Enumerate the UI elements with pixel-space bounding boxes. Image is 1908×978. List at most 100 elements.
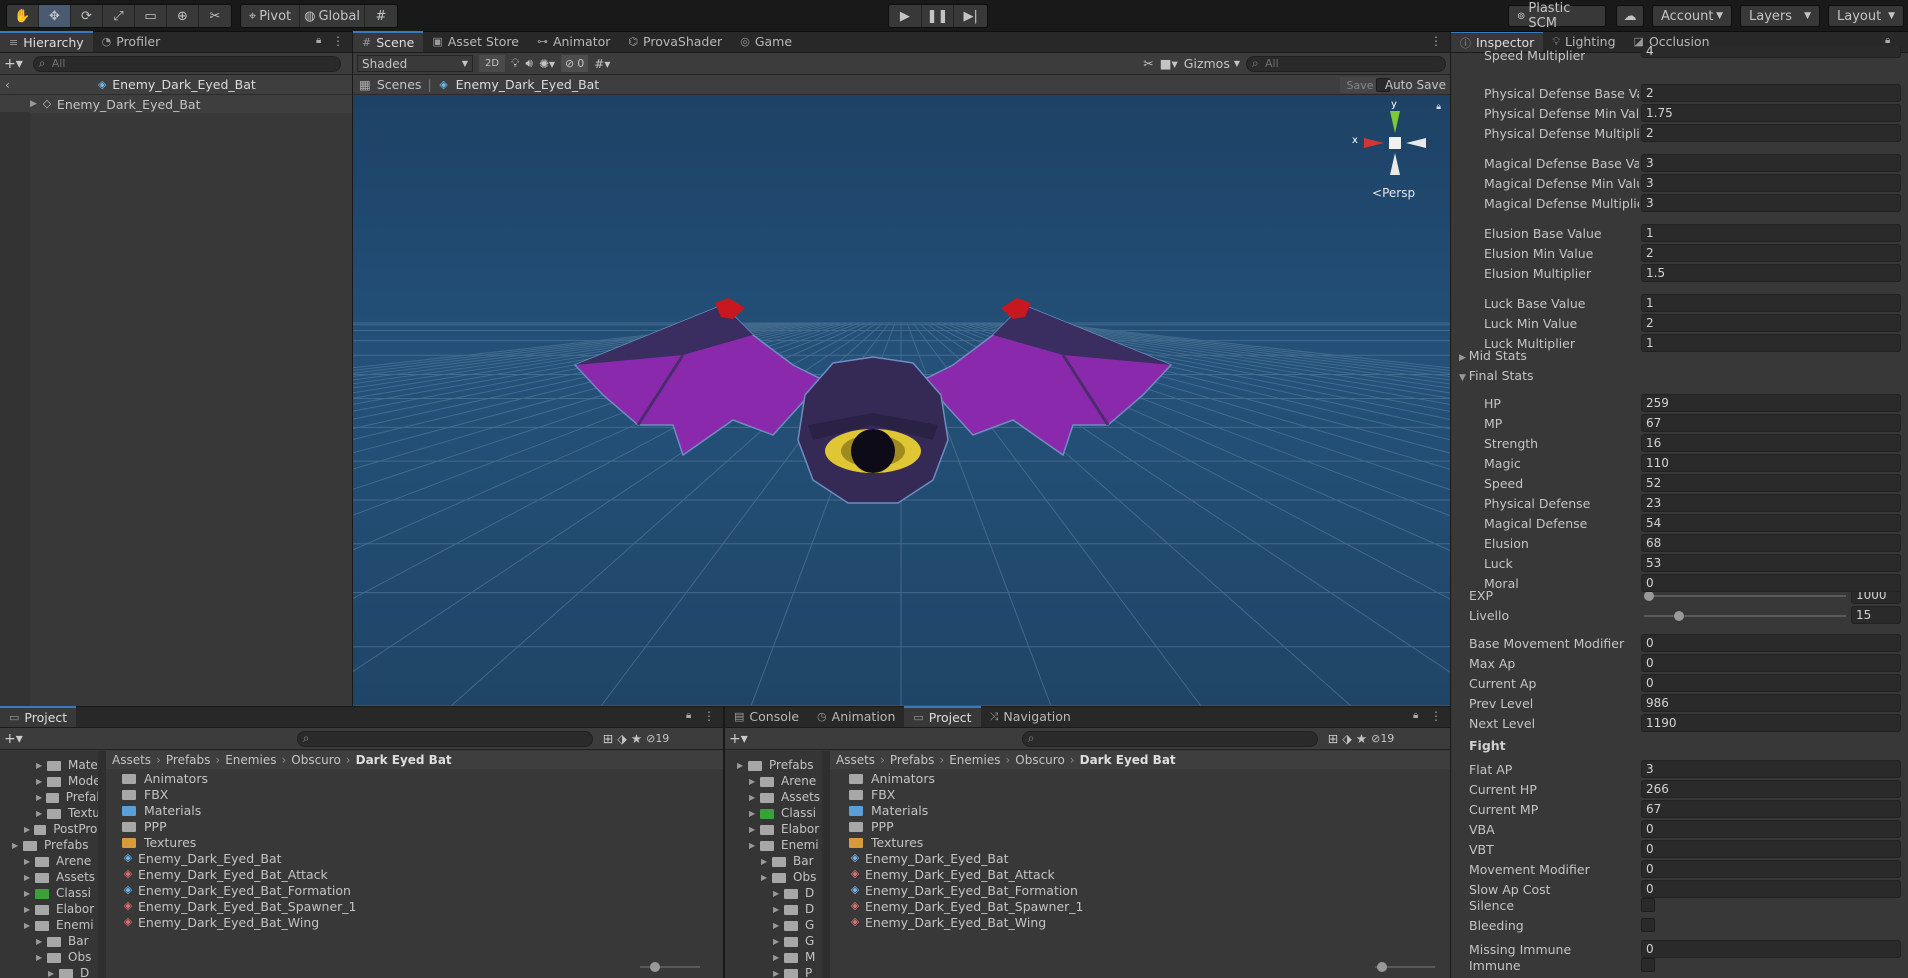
file-list-item[interactable]: ◈ Enemy_Dark_Eyed_Bat	[849, 850, 1429, 866]
hidden-packages-icon[interactable]: ⊘19	[1371, 732, 1394, 745]
play-button[interactable]: ▶	[889, 5, 922, 27]
lock-icon[interactable]: 🔒︎	[316, 35, 321, 46]
speed-multiplier-field[interactable]: 4	[1641, 46, 1901, 58]
hierarchy-item-root[interactable]: ▶ ◇ Enemy_Dark_Eyed_Bat	[0, 95, 352, 113]
lock-icon[interactable]: 🔒︎	[686, 710, 691, 721]
tree-item[interactable]: ▶ Obs	[725, 869, 828, 885]
gizmos-dropdown[interactable]: Gizmos ▼	[1184, 56, 1240, 71]
project-right-tree-scrollbar[interactable]	[822, 751, 830, 978]
file-list-item[interactable]: ◈ Enemy_Dark_Eyed_Bat_Wing	[122, 914, 702, 930]
kebab-menu-icon[interactable]: ⋮	[332, 34, 344, 48]
tab-animator[interactable]: ⊶ Animator	[528, 31, 619, 52]
projection-toggle[interactable]: <Persp	[1372, 186, 1415, 200]
expand-arrow-icon[interactable]: ▶	[749, 825, 757, 834]
inspector-field-input[interactable]: 259	[1641, 394, 1901, 412]
effects-toggle-icon[interactable]: ✺▾	[539, 57, 555, 71]
tab-console[interactable]: ▤ Console	[725, 706, 808, 727]
file-list-item[interactable]: Textures	[849, 834, 1429, 850]
inspector-field-input[interactable]: 68	[1641, 534, 1901, 552]
tab-provashader[interactable]: ⌬ ProvaShader	[619, 31, 731, 52]
tools-icon[interactable]: ✂	[1143, 56, 1153, 71]
transform-tool-icon[interactable]: ⊕	[167, 5, 199, 27]
inspector-field-input[interactable]: 110	[1641, 454, 1901, 472]
tab-game[interactable]: ◎ Game	[731, 31, 801, 52]
expand-arrow-icon[interactable]: ▶	[36, 793, 43, 802]
prefab-breadcrumb[interactable]: Enemy_Dark_Eyed_Bat	[456, 77, 600, 92]
expand-arrow-icon[interactable]: ▶	[749, 777, 757, 786]
inspector-field-input[interactable]: 0	[1641, 634, 1901, 652]
inspector-field-input[interactable]: 1.75	[1641, 104, 1901, 122]
silence-checkbox[interactable]	[1641, 898, 1655, 912]
inspector-field-input[interactable]: 1190	[1641, 714, 1901, 732]
file-list-item[interactable]: FBX	[849, 786, 1429, 802]
file-list-item[interactable]: Animators	[849, 770, 1429, 786]
expand-arrow-icon[interactable]: ▶	[749, 809, 757, 818]
inspector-field-input[interactable]: 2	[1641, 314, 1901, 332]
bleeding-checkbox[interactable]	[1641, 918, 1655, 932]
expand-arrow-icon[interactable]: ▶	[36, 809, 44, 818]
expand-arrow-icon[interactable]: ▶	[36, 761, 44, 770]
tab-profiler[interactable]: ◔ Profiler	[93, 31, 170, 52]
file-list-item[interactable]: PPP	[849, 818, 1429, 834]
project-left-zoom-knob[interactable]	[650, 962, 660, 972]
file-list-item[interactable]: ◈ Enemy_Dark_Eyed_Bat_Spawner_1	[849, 898, 1429, 914]
kebab-menu-icon[interactable]: ⋮	[703, 709, 715, 723]
file-list-item[interactable]: PPP	[122, 818, 702, 834]
file-list-item[interactable]: ◈ Enemy_Dark_Eyed_Bat	[122, 850, 702, 866]
tree-item[interactable]: ▶ D	[725, 901, 828, 917]
inspector-field-input[interactable]: 2	[1641, 84, 1901, 102]
inspector-field-input[interactable]: 67	[1641, 414, 1901, 432]
grid-toggle-icon[interactable]: #▾	[594, 57, 610, 71]
2d-toggle[interactable]: 2D	[479, 55, 505, 72]
lock-icon[interactable]: 🔒︎	[1413, 710, 1418, 721]
rect-tool-icon[interactable]: ▭	[135, 5, 167, 27]
step-button[interactable]: ▶|	[954, 5, 987, 27]
inspector-field-input[interactable]: 1	[1641, 334, 1901, 352]
livello-field[interactable]: 15	[1851, 606, 1901, 624]
tab-navigation[interactable]: ⤨ Navigation	[981, 706, 1080, 727]
scene-viewport[interactable]: y x 🔒︎ <Persp	[353, 95, 1450, 706]
tab-animation[interactable]: ◷ Animation	[808, 706, 904, 727]
tree-item[interactable]: ▶ Elabor	[725, 821, 828, 837]
project-right-zoom-knob[interactable]	[1377, 962, 1387, 972]
audio-toggle-icon[interactable]: 🔊︎	[525, 56, 533, 71]
expand-arrow-icon[interactable]: ▶	[773, 889, 781, 898]
custom-tool-icon[interactable]: ✂	[199, 5, 231, 27]
file-list-item[interactable]: ◈ Enemy_Dark_Eyed_Bat_Formation	[849, 882, 1429, 898]
expand-arrow-icon[interactable]: ▶	[36, 777, 44, 786]
tree-item[interactable]: ▶ Enemi	[725, 837, 828, 853]
tree-item[interactable]: ▶ Prefab	[0, 789, 104, 805]
layers-dropdown[interactable]: Layers ▼	[1740, 5, 1820, 27]
expand-arrow-icon[interactable]: ▶	[773, 905, 781, 914]
inspector-field-input[interactable]: 0	[1641, 860, 1901, 878]
tree-item[interactable]: ▶ Bar	[725, 853, 828, 869]
add-icon[interactable]: +▾	[4, 56, 23, 72]
file-list-item[interactable]: FBX	[122, 786, 702, 802]
favorite-icon[interactable]: ★	[631, 731, 642, 746]
lock-icon[interactable]: 🔒︎	[1885, 35, 1890, 46]
inspector-field-input[interactable]: 3	[1641, 760, 1901, 778]
project-left-zoom-slider[interactable]	[640, 966, 700, 968]
scale-tool-icon[interactable]: ⤢	[103, 5, 135, 27]
hidden-packages-icon[interactable]: ⊘19	[646, 732, 669, 745]
search-by-label-icon[interactable]: ⬗	[1342, 731, 1352, 746]
file-list-item[interactable]: Materials	[849, 802, 1429, 818]
expand-arrow-icon[interactable]: ▶	[48, 969, 56, 978]
move-tool-icon[interactable]: ✥	[39, 5, 71, 27]
file-list-item[interactable]: Animators	[122, 770, 702, 786]
kebab-menu-icon[interactable]: ⋮	[1430, 709, 1442, 723]
breadcrumb-current[interactable]: Dark Eyed Bat	[356, 753, 452, 767]
expand-arrow-icon[interactable]: ▶	[12, 841, 20, 850]
expand-arrow-icon[interactable]: ▶	[24, 873, 32, 882]
tree-item[interactable]: ▶ Arene	[725, 773, 828, 789]
tree-item[interactable]: ▶ G	[725, 933, 828, 949]
final-stats-foldout[interactable]: ▼ Final Stats	[1459, 368, 1534, 383]
inspector-field-input[interactable]: 67	[1641, 800, 1901, 818]
project-left-search-input[interactable]	[296, 730, 593, 747]
project-right-search-input[interactable]	[1021, 730, 1318, 747]
prefab-breadcrumb[interactable]: ◈ Enemy_Dark_Eyed_Bat	[96, 77, 256, 92]
search-by-type-icon[interactable]: ⊞	[1328, 731, 1338, 746]
tree-item[interactable]: ▶ Assets	[725, 789, 828, 805]
expand-arrow-icon[interactable]: ▶	[30, 99, 37, 109]
tree-item[interactable]: ▶ Classi	[0, 885, 104, 901]
